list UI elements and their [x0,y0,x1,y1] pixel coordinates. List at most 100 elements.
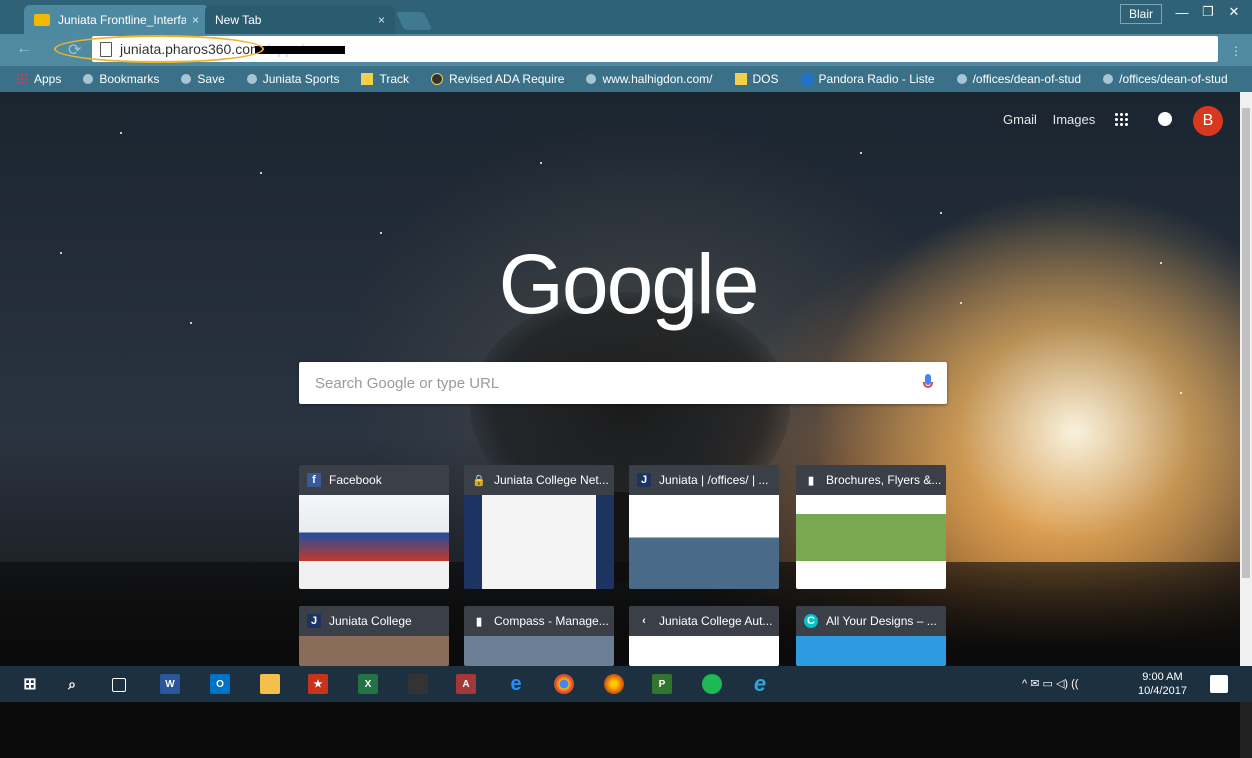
bookmark-label: Bookmarks [99,72,160,86]
windows-start-icon[interactable]: ⊞ [20,674,40,694]
internet-explorer-icon[interactable]: e [750,671,770,696]
edge-icon[interactable]: e [506,673,526,695]
gmail-link[interactable]: Gmail [1003,112,1037,127]
search-box[interactable] [299,362,947,404]
tile-juniata-college[interactable]: J Juniata College [299,606,449,666]
star [860,152,862,154]
star [60,252,62,254]
clock-date: 10/4/2017 [1138,685,1187,697]
title-bar: Juniata Frontline_Interfac × New Tab × B… [0,0,1252,34]
tile-juniata-college-aut[interactable]: ‹ Juniata College Aut... [629,606,779,666]
facebook-icon: f [307,473,321,487]
arrow-icon: ‹ [642,615,646,627]
project-icon[interactable]: P [652,674,672,694]
chrome-icon[interactable] [554,674,574,694]
tab-close-icon[interactable]: × [192,13,199,27]
tile-thumbnail [629,495,779,589]
close-window-button[interactable]: ✕ [1220,2,1248,22]
google-apps-icon[interactable] [1114,112,1128,126]
bookmark-label: Pandora Radio - Liste [818,72,935,86]
page-icon: ▮ [807,474,815,487]
tab-close-icon[interactable]: × [378,13,385,27]
excel-icon[interactable]: X [358,674,378,694]
star [960,302,962,304]
tab-new-tab[interactable]: New Tab × [205,5,395,34]
bookmark-track[interactable]: Track [361,72,409,86]
notifications-icon[interactable] [1158,112,1172,126]
task-view-icon[interactable] [112,678,126,692]
file-explorer-icon[interactable] [260,674,280,694]
new-tab-button[interactable] [395,12,433,30]
bookmark-bookmarks[interactable]: Bookmarks [83,72,159,86]
tile-title: Juniata College [329,614,412,628]
notifications-icon[interactable] [1210,675,1228,693]
tile-thumbnail [464,636,614,666]
pandora-icon [800,73,813,85]
tile-juniata-college-net[interactable]: 🔒 Juniata College Net... [464,465,614,589]
canva-icon: C [804,614,818,628]
outlook-icon[interactable]: O [210,674,230,694]
restore-button[interactable]: ❐ [1194,2,1222,22]
back-button[interactable]: ← [16,40,32,58]
tile-thumbnail [464,495,614,589]
bookmark-label: Apps [34,72,62,86]
lock-icon: 🔒 [472,474,486,487]
avatar[interactable]: B [1193,106,1223,136]
spark-icon [1103,74,1114,84]
tile-title: Compass - Manage... [494,614,609,628]
images-link[interactable]: Images [1053,112,1096,127]
tile-all-your-designs[interactable]: C All Your Designs – ... [796,606,946,666]
spark-icon [83,74,94,84]
tile-title: Juniata College Aut... [659,614,773,628]
star [120,132,122,134]
firefox-icon[interactable] [604,674,624,694]
circle-icon [431,73,444,85]
sticky-app-icon[interactable]: ★ [308,674,328,694]
bookmark-save[interactable]: Save [181,72,225,86]
bookmark-label: Save [197,72,225,86]
tab-juniata-frontline[interactable]: Juniata Frontline_Interfac × [24,5,209,34]
bookmark-revised-ada[interactable]: Revised ADA Require [431,72,564,86]
word-icon[interactable]: W [160,674,180,694]
tile-thumbnail [299,495,449,589]
bookmark-pandora[interactable]: Pandora Radio - Liste [800,72,935,86]
store-icon[interactable] [408,674,428,694]
spotify-icon[interactable] [702,674,722,694]
bookmark-halhigdon[interactable]: www.halhigdon.com/ [586,72,713,86]
star [190,322,192,324]
folder-icon [734,73,747,85]
bookmark-dean-of-students-2[interactable]: /offices/dean-of-stud [1103,72,1228,86]
tile-facebook[interactable]: f Facebook [299,465,449,589]
search-icon[interactable]: ⌕ [62,674,82,694]
scrollbar-thumb[interactable] [1242,108,1250,578]
system-tray[interactable]: ^ ✉ ▭ ◁) (( [1022,677,1078,690]
page-icon: ▮ [475,615,483,628]
access-icon[interactable]: A [456,674,476,694]
minimize-button[interactable]: — [1168,2,1196,22]
google-links: Gmail Images [1003,112,1107,127]
tile-thumbnail [796,495,946,589]
tile-compass[interactable]: ▮ Compass - Manage... [464,606,614,666]
spark-icon [956,74,967,84]
bookmark-juniata-sports[interactable]: Juniata Sports [246,72,339,86]
spark-icon [246,74,257,84]
profile-button[interactable]: Blair [1120,4,1162,24]
folder-icon [361,73,374,85]
bookmark-dean-of-students-1[interactable]: /offices/dean-of-stud [956,72,1081,86]
apps-icon [16,73,28,85]
tile-thumbnail [796,636,946,666]
ground [0,562,1240,758]
bookmark-dos[interactable]: DOS [734,72,779,86]
bookmark-apps[interactable]: Apps [16,72,61,86]
star [1160,262,1162,264]
menu-icon[interactable]: ⋮ [1230,44,1242,58]
tile-thumbnail [629,636,779,666]
taskbar: ⊞ ⌕ W O ★ X A e P e ^ ✉ ▭ ◁) (( 9:00 AM … [0,666,1252,702]
google-logo: Google [498,237,760,331]
microphone-icon[interactable] [923,374,933,392]
tile-juniata-offices[interactable]: J Juniata | /offices/ | ... [629,465,779,589]
tile-brochures[interactable]: ▮ Brochures, Flyers &... [796,465,946,589]
spark-icon [181,74,192,84]
search-input[interactable] [313,373,923,393]
clock[interactable]: 9:00 AM 10/4/2017 [1138,670,1187,698]
